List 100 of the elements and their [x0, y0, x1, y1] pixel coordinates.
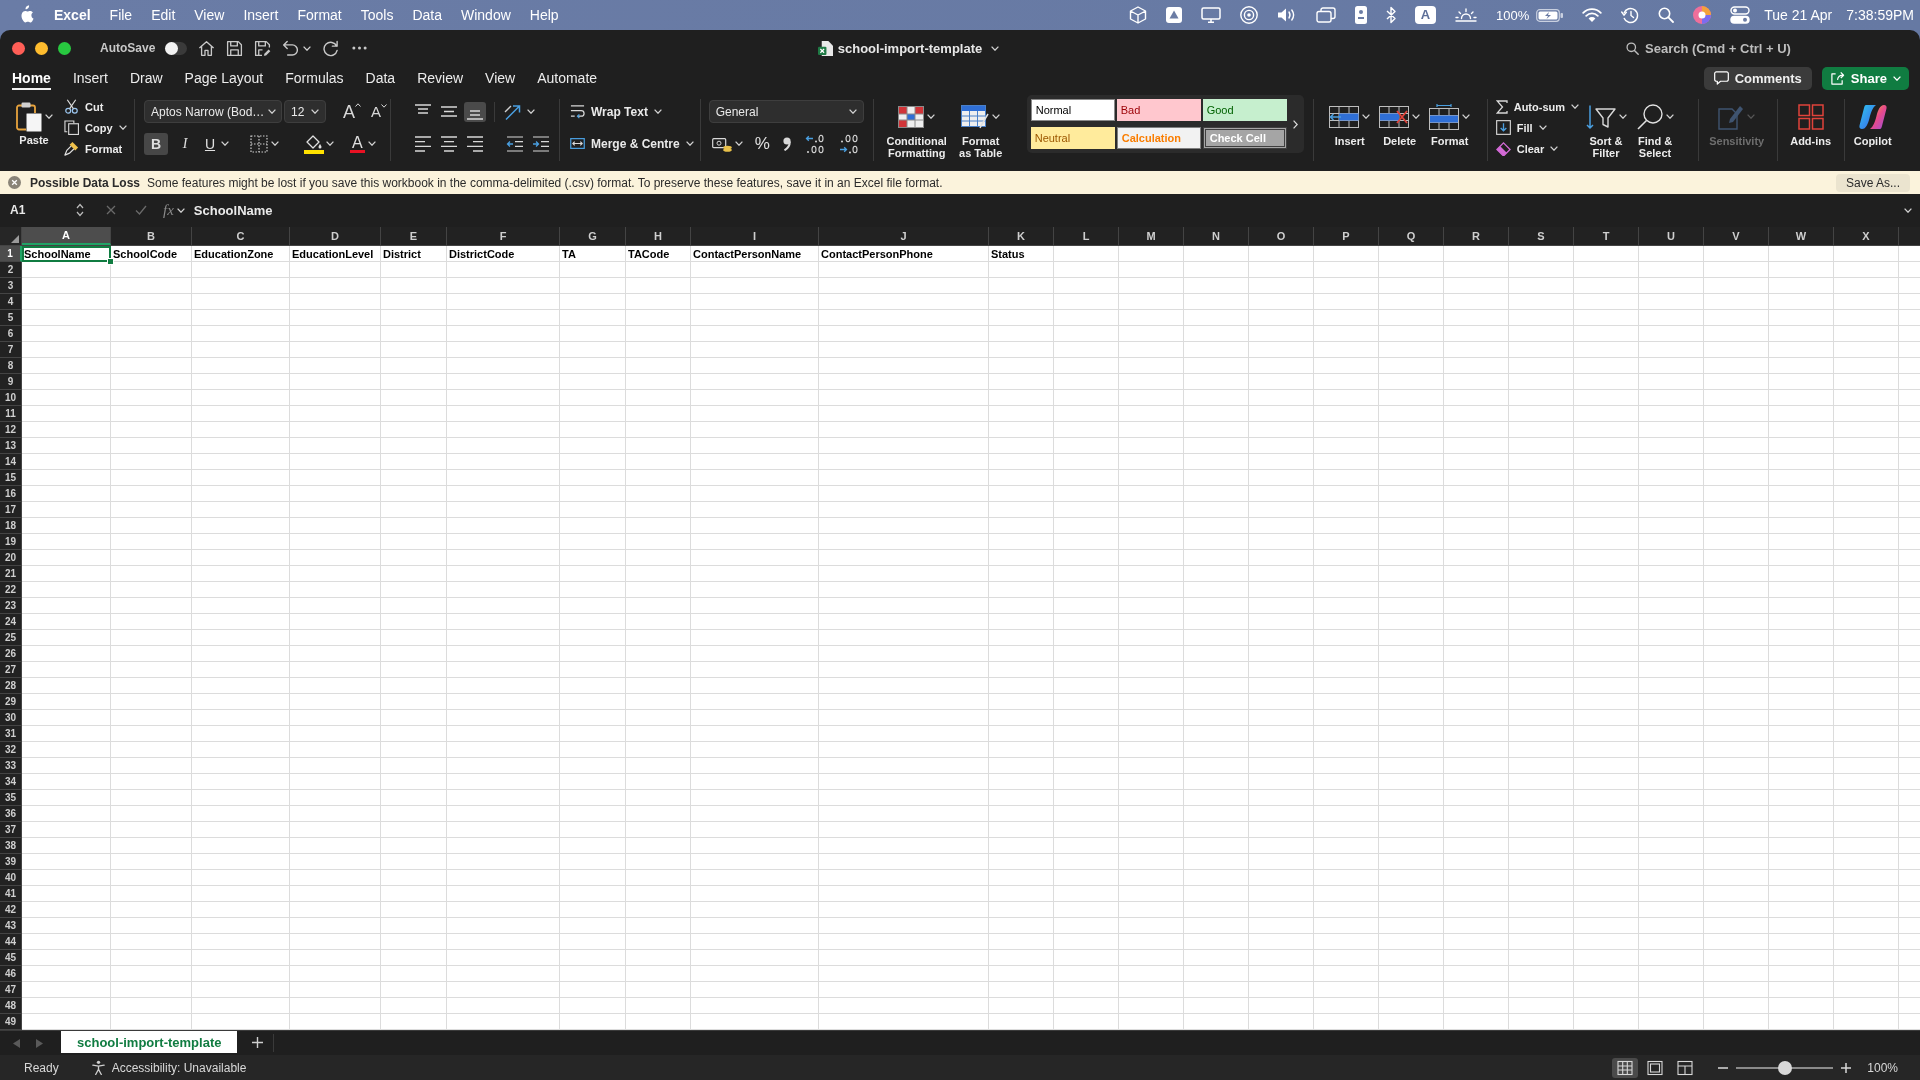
clock-icon[interactable] — [1621, 6, 1640, 24]
ribbon-tab[interactable]: Home — [12, 66, 51, 90]
app-menu[interactable]: Excel — [54, 7, 91, 23]
percent-button[interactable]: % — [754, 133, 770, 154]
ellipsis-icon[interactable] — [352, 46, 368, 50]
increase-indent-icon[interactable] — [532, 135, 550, 152]
autosave-toggle[interactable] — [165, 41, 188, 55]
cancel-icon[interactable] — [106, 205, 116, 215]
menu-bar-time[interactable]: 7:38:59PM — [1846, 7, 1914, 23]
menu-item[interactable]: Data — [412, 7, 442, 23]
row-header[interactable]: 16 — [0, 486, 22, 502]
shrink-font-button[interactable]: A — [371, 104, 387, 119]
banknote-coins-icon[interactable] — [711, 135, 732, 152]
auto-sum-button[interactable]: Auto-sum — [1495, 96, 1579, 117]
row-header[interactable]: 14 — [0, 454, 22, 470]
row-header[interactable]: 41 — [0, 886, 22, 902]
format-painter-button[interactable]: Format — [64, 138, 127, 159]
underline-button[interactable]: U — [202, 132, 218, 155]
menu-item[interactable]: File — [109, 7, 133, 23]
row-header[interactable]: 30 — [0, 710, 22, 726]
font-name-dropdown[interactable]: Aptos Narrow (Bod… — [144, 100, 282, 123]
row-header[interactable]: 8 — [0, 358, 22, 374]
number-format-dropdown[interactable]: General — [708, 100, 864, 123]
input-source-button[interactable]: A — [1414, 6, 1437, 24]
select-all-button[interactable] — [0, 227, 22, 245]
search-icon[interactable] — [1658, 7, 1675, 23]
house-icon[interactable] — [198, 39, 216, 57]
find-select-button[interactable]: Find & Select — [1633, 98, 1677, 159]
menu-item[interactable]: Tools — [360, 7, 394, 23]
add-ins-button[interactable]: Add-ins — [1785, 98, 1836, 147]
sheet-tab[interactable]: school-import-template — [61, 1031, 238, 1053]
clear-button[interactable]: Clear — [1495, 138, 1579, 159]
row-header[interactable]: 13 — [0, 438, 22, 454]
row-header[interactable]: 43 — [0, 918, 22, 934]
row-header[interactable]: 6 — [0, 326, 22, 342]
plus-icon[interactable] — [252, 1037, 264, 1048]
apple-icon[interactable] — [20, 5, 35, 23]
row-header[interactable]: 15 — [0, 470, 22, 486]
row-header[interactable]: 17 — [0, 502, 22, 518]
wrap-text-button[interactable]: Wrap Text — [570, 100, 694, 123]
menu-item[interactable]: Edit — [151, 7, 176, 23]
row-header[interactable]: 29 — [0, 694, 22, 710]
row-header[interactable]: 21 — [0, 566, 22, 582]
align-center-icon[interactable] — [438, 133, 460, 154]
volume-icon[interactable] — [1276, 7, 1297, 23]
increase-decimal-icon[interactable] — [804, 133, 825, 154]
decrease-indent-icon[interactable] — [506, 135, 524, 152]
row-header[interactable]: 28 — [0, 678, 22, 694]
check-icon[interactable] — [135, 205, 147, 215]
row-header[interactable]: 38 — [0, 838, 22, 854]
row-header[interactable]: 23 — [0, 598, 22, 614]
row-header[interactable]: 27 — [0, 662, 22, 678]
ribbon-tab[interactable]: Page Layout — [184, 66, 264, 90]
ribbon-tab[interactable]: Review — [417, 66, 464, 90]
row-header[interactable]: 11 — [0, 406, 22, 422]
row-header[interactable]: 9 — [0, 374, 22, 390]
align-bottom-icon[interactable] — [464, 101, 486, 122]
row-header[interactable]: 35 — [0, 790, 22, 806]
toggles-icon[interactable] — [1730, 6, 1751, 24]
menu-item[interactable]: Help — [529, 7, 559, 23]
row-header[interactable]: 24 — [0, 614, 22, 630]
menu-item[interactable]: Format — [297, 7, 342, 23]
row-header[interactable]: 39 — [0, 854, 22, 870]
minimize-button[interactable] — [35, 41, 48, 55]
close-button[interactable] — [12, 41, 25, 55]
delete-button[interactable]: Delete — [1377, 98, 1422, 147]
formula-field[interactable]: SchoolName — [193, 202, 1904, 218]
save-as-button[interactable]: Save As... — [1835, 173, 1910, 192]
monitor-icon[interactable] — [1200, 7, 1221, 23]
row-header[interactable]: 4 — [0, 294, 22, 310]
row-header[interactable]: 25 — [0, 630, 22, 646]
row-header[interactable]: 47 — [0, 982, 22, 998]
row-header[interactable]: 3 — [0, 278, 22, 294]
row-header[interactable]: 49 — [0, 1014, 22, 1030]
row-header[interactable]: 46 — [0, 966, 22, 982]
undo-icon[interactable] — [282, 39, 300, 57]
conditional-formatting-button[interactable]: Conditional Formatting — [883, 98, 950, 159]
search-field[interactable]: Search (Cmd + Ctrl + U) — [1645, 40, 1805, 56]
row-header[interactable]: 19 — [0, 534, 22, 550]
ribbon-tab[interactable]: Automate — [537, 66, 598, 90]
triangle-right-icon[interactable] — [36, 1039, 43, 1048]
row-header[interactable]: 44 — [0, 934, 22, 950]
menu-item[interactable]: Insert — [243, 7, 279, 23]
row-header[interactable]: 20 — [0, 550, 22, 566]
row-header[interactable]: 5 — [0, 310, 22, 326]
row-header[interactable]: 7 — [0, 342, 22, 358]
row-header[interactable]: 48 — [0, 998, 22, 1014]
chevron-right-icon[interactable] — [1292, 119, 1298, 129]
ribbon-tab[interactable]: Draw — [129, 66, 163, 90]
triangle-tile-icon[interactable] — [1165, 7, 1182, 23]
grid-view-icon[interactable] — [1612, 1057, 1639, 1078]
copy-button[interactable]: Copy — [64, 117, 127, 138]
row-header[interactable]: 1 — [0, 246, 22, 262]
sort-filter-button[interactable]: Sort & Filter — [1585, 98, 1627, 159]
share-button[interactable]: Share — [1821, 66, 1909, 90]
document-title[interactable]: school-import-template — [837, 40, 983, 56]
column-header[interactable]: A — [22, 227, 111, 245]
format-as-table-button[interactable]: Format as Table — [955, 98, 1006, 159]
insert-button[interactable]: Insert — [1327, 98, 1372, 147]
name-box[interactable]: A1 — [0, 203, 68, 217]
